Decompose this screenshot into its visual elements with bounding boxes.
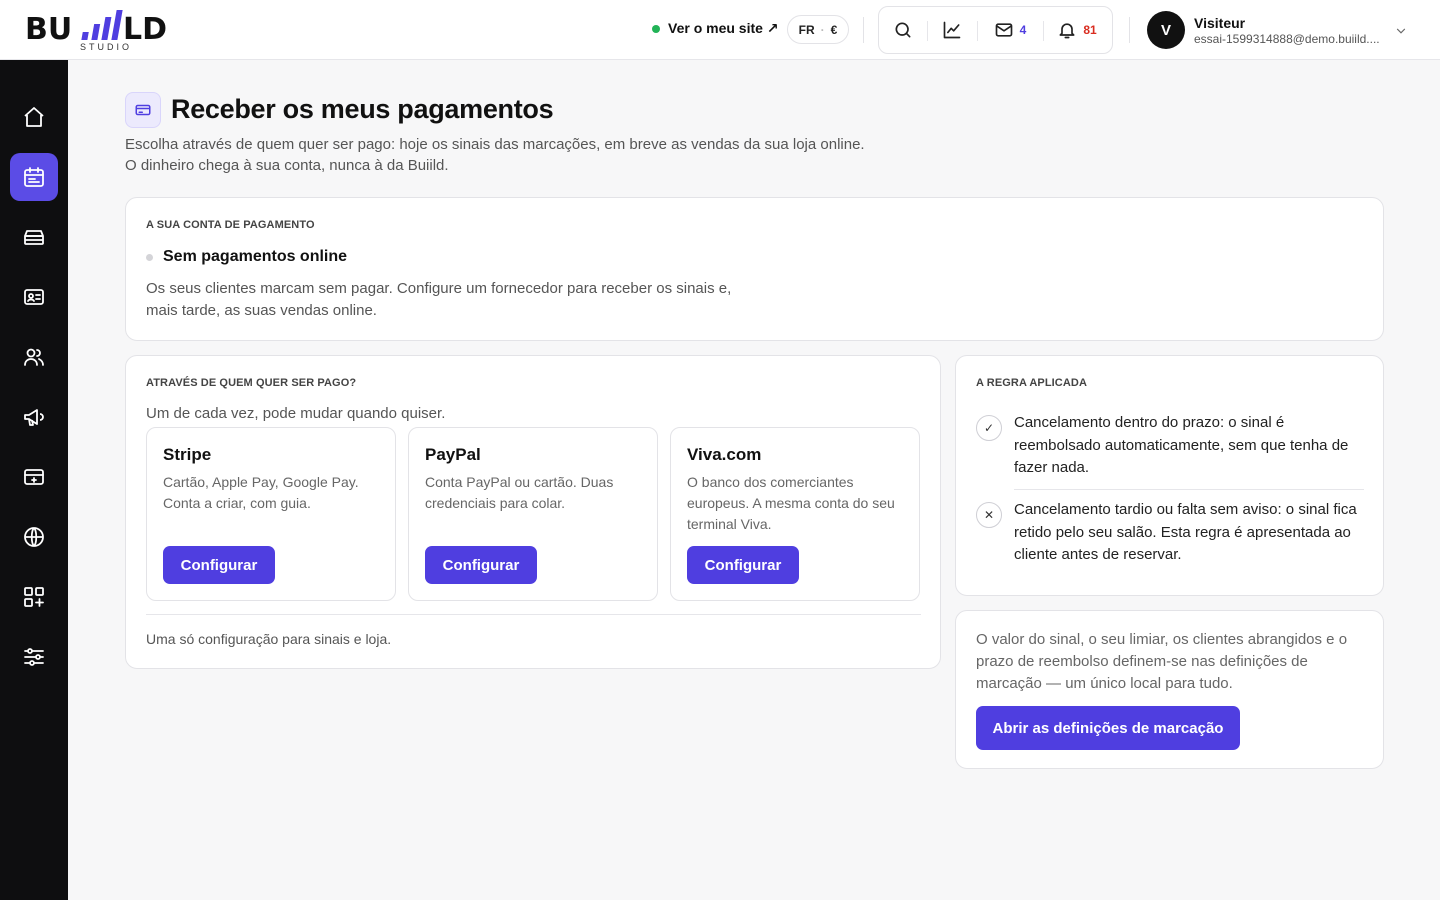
search-button[interactable] bbox=[879, 7, 927, 53]
header-divider bbox=[1129, 17, 1130, 43]
sidebar-item-payments[interactable] bbox=[10, 453, 58, 501]
user-info: Visiteur essai-1599314888@demo.buiild...… bbox=[1194, 15, 1386, 46]
sidebar-item-marketing[interactable] bbox=[10, 393, 58, 441]
providers-eyebrow: ATRAVÉS DE QUEM QUER SER PAGO? bbox=[146, 377, 357, 389]
currency-symbol: € bbox=[830, 22, 838, 37]
check-icon: ✓ bbox=[976, 415, 1002, 441]
provider-name: Viva.com bbox=[687, 445, 762, 464]
account-description: Os seus clientes marcam sem pagar. Confi… bbox=[146, 280, 732, 319]
mail-icon bbox=[995, 23, 1012, 37]
view-site-label: Ver o meu site ↗ bbox=[668, 20, 779, 36]
provider-card-viva: Viva.com O banco dos comerciantes europe… bbox=[670, 427, 920, 601]
chevron-down-icon[interactable] bbox=[1394, 24, 1408, 38]
rule-item-retained: ✕ Cancelamento tardio ou falta sem aviso… bbox=[976, 499, 1366, 567]
search-icon bbox=[895, 22, 911, 38]
mail-count: 4 bbox=[1019, 23, 1027, 37]
header-tools: 4 81 bbox=[878, 6, 1113, 54]
messages-button[interactable]: 4 bbox=[977, 7, 1043, 53]
page-title: Receber os meus pagamentos bbox=[171, 94, 554, 124]
account-status: Sem pagamentos online bbox=[146, 248, 347, 266]
avatar: V bbox=[1147, 11, 1185, 49]
apps-icon bbox=[24, 587, 44, 607]
status-dot bbox=[146, 253, 153, 261]
rule-text: Cancelamento tardio ou falta sem aviso: … bbox=[1014, 501, 1357, 563]
users-icon bbox=[24, 348, 44, 366]
page-description: Escolha através de quem quer ser pago: h… bbox=[125, 136, 865, 174]
credit-card-icon bbox=[135, 104, 151, 116]
language-code: FR bbox=[798, 22, 815, 37]
megaphone-icon bbox=[24, 409, 44, 426]
account-status-label: Sem pagamentos online bbox=[163, 248, 348, 265]
provider-description: O banco dos comerciantes europeus. A mes… bbox=[687, 474, 895, 532]
booking-settings-card: O valor do sinal, o seu limiar, os clien… bbox=[955, 610, 1384, 769]
view-site-link[interactable]: Ver o meu site ↗ bbox=[652, 20, 779, 37]
providers-card: ATRAVÉS DE QUEM QUER SER PAGO? Um de cad… bbox=[125, 355, 941, 669]
providers-note: Uma só configuração para sinais e loja. bbox=[146, 631, 392, 647]
sidebar-item-contacts[interactable] bbox=[10, 273, 58, 321]
configure-paypal-button[interactable]: Configurar bbox=[425, 546, 537, 584]
user-name: Visiteur bbox=[1194, 14, 1246, 31]
page-title-icon bbox=[125, 92, 161, 128]
provider-card-stripe: Stripe Cartão, Apple Pay, Google Pay. Co… bbox=[146, 427, 396, 601]
configure-viva-button[interactable]: Configurar bbox=[687, 546, 799, 584]
rule-text: Cancelamento dentro do prazo: o sinal é … bbox=[1014, 414, 1349, 476]
open-booking-settings-button[interactable]: Abrir as definições de marcação bbox=[976, 706, 1240, 750]
provider-name: PayPal bbox=[425, 445, 481, 464]
account-eyebrow: A SUA CONTA DE PAGAMENTO bbox=[146, 219, 315, 231]
online-status-dot bbox=[652, 24, 660, 33]
divider bbox=[146, 614, 921, 615]
logo-subtitle: STUDIO bbox=[80, 42, 133, 52]
payment-terminal-icon bbox=[24, 469, 44, 485]
inventory-icon bbox=[24, 230, 44, 245]
rule-eyebrow: A REGRA APLICADA bbox=[976, 377, 1087, 389]
bell-icon bbox=[1059, 23, 1075, 39]
sidebar-item-settings[interactable] bbox=[10, 633, 58, 681]
configure-stripe-button[interactable]: Configurar bbox=[163, 546, 275, 584]
payment-account-card: A SUA CONTA DE PAGAMENTO Sem pagamentos … bbox=[125, 197, 1384, 341]
applied-rule-card: A REGRA APLICADA ✓ Cancelamento dentro d… bbox=[955, 355, 1384, 596]
sidebar-item-inventory[interactable] bbox=[10, 213, 58, 261]
user-email: essai-1599314888@demo.buiild.... bbox=[1194, 31, 1380, 46]
provider-card-paypal: PayPal Conta PayPal ou cartão. Duas cred… bbox=[408, 427, 658, 601]
provider-name: Stripe bbox=[163, 445, 212, 464]
close-icon: ✕ bbox=[976, 502, 1002, 528]
home-icon bbox=[24, 107, 44, 127]
header-divider bbox=[863, 17, 864, 43]
globe-icon bbox=[24, 527, 44, 547]
user-menu[interactable]: V Visiteur essai-1599314888@demo.buiild.… bbox=[1147, 11, 1386, 49]
sidebar-item-apps[interactable] bbox=[10, 573, 58, 621]
sidebar-item-website[interactable] bbox=[10, 513, 58, 561]
provider-description: Cartão, Apple Pay, Google Pay. Conta a c… bbox=[163, 474, 359, 511]
providers-subtitle: Um de cada vez, pode mudar quando quiser… bbox=[146, 405, 446, 422]
notification-count: 81 bbox=[1083, 23, 1097, 37]
sidebar bbox=[0, 60, 68, 900]
sidebar-item-home[interactable] bbox=[10, 93, 58, 141]
provider-description: Conta PayPal ou cartão. Duas credenciais… bbox=[425, 474, 614, 511]
divider bbox=[1014, 489, 1364, 490]
sliders-icon bbox=[24, 648, 44, 666]
rule-item-refund: ✓ Cancelamento dentro do prazo: o sinal … bbox=[976, 412, 1366, 480]
language-currency-selector[interactable]: FR · € bbox=[787, 15, 849, 44]
notifications-button[interactable]: 81 bbox=[1043, 7, 1111, 53]
contact-card-icon bbox=[24, 289, 44, 305]
sidebar-item-calendar[interactable] bbox=[10, 153, 58, 201]
analytics-button[interactable] bbox=[927, 7, 977, 53]
chart-line-icon bbox=[943, 21, 961, 39]
top-header: BU LD STUDIO Ver o meu site ↗ FR · € 4 8… bbox=[0, 0, 1440, 60]
calendar-icon bbox=[24, 167, 44, 187]
settings-description: O valor do sinal, o seu limiar, os clien… bbox=[976, 631, 1348, 692]
separator-dot: · bbox=[820, 22, 825, 37]
sidebar-item-users[interactable] bbox=[10, 333, 58, 381]
brand-logo[interactable]: BU LD STUDIO bbox=[25, 8, 185, 52]
svg-text:BU: BU bbox=[25, 12, 72, 47]
